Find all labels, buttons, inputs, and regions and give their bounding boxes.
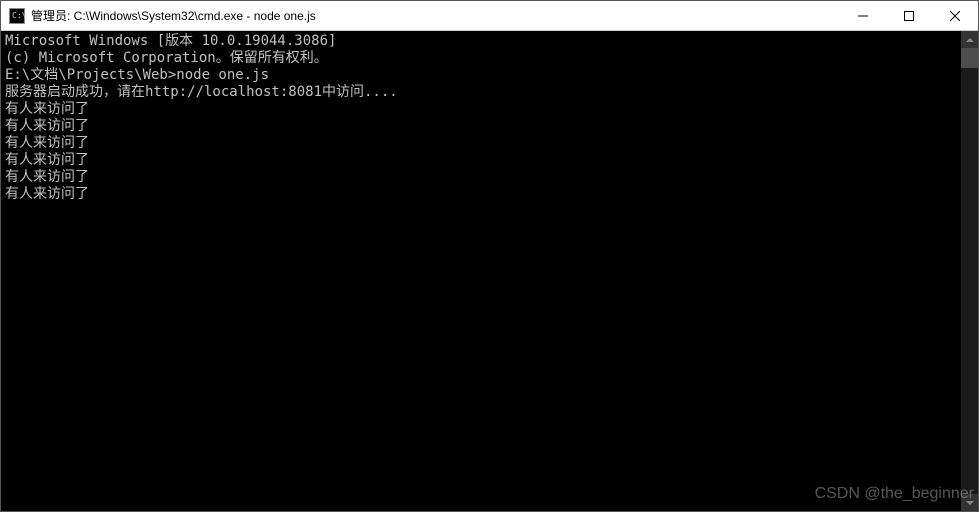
window-controls xyxy=(840,1,978,30)
console-line: 有人来访问了 xyxy=(5,152,957,169)
console-body: Microsoft Windows [版本 10.0.19044.3086](c… xyxy=(1,31,978,511)
terminal-window: C:\ 管理员: C:\Windows\System32\cmd.exe - n… xyxy=(0,0,979,512)
console-line: 服务器启动成功，请在http://localhost:8081中访问.... xyxy=(5,84,957,101)
console-line: (c) Microsoft Corporation。保留所有权利。 xyxy=(5,50,957,67)
console-line: 有人来访问了 xyxy=(5,118,957,135)
console-line: Microsoft Windows [版本 10.0.19044.3086] xyxy=(5,33,957,50)
scroll-track[interactable] xyxy=(961,48,978,494)
scroll-up-button[interactable] xyxy=(961,31,978,48)
scroll-thumb[interactable] xyxy=(961,48,978,68)
window-title: 管理员: C:\Windows\System32\cmd.exe - node … xyxy=(31,7,840,24)
console-output[interactable]: Microsoft Windows [版本 10.0.19044.3086](c… xyxy=(1,31,961,511)
close-button[interactable] xyxy=(932,1,978,30)
console-line: 有人来访问了 xyxy=(5,169,957,186)
scroll-down-button[interactable] xyxy=(961,494,978,511)
vertical-scrollbar[interactable] xyxy=(961,31,978,511)
svg-text:C:\: C:\ xyxy=(12,11,25,20)
maximize-button[interactable] xyxy=(886,1,932,30)
minimize-button[interactable] xyxy=(840,1,886,30)
console-line: 有人来访问了 xyxy=(5,186,957,203)
console-line: E:\文档\Projects\Web>node one.js xyxy=(5,67,957,84)
console-line: 有人来访问了 xyxy=(5,135,957,152)
titlebar[interactable]: C:\ 管理员: C:\Windows\System32\cmd.exe - n… xyxy=(1,1,978,31)
cmd-icon: C:\ xyxy=(9,8,25,24)
console-line: 有人来访问了 xyxy=(5,101,957,118)
